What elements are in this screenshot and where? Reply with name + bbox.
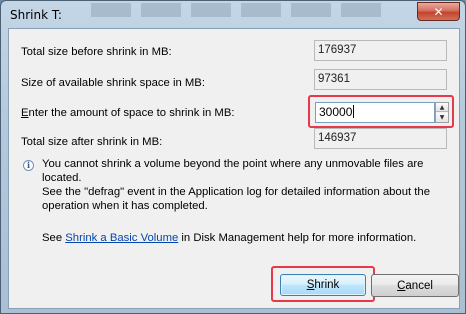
available-space-label: Size of available shrink space in MB: <box>21 77 205 89</box>
help-link-shrink-basic-volume[interactable]: Shrink a Basic Volume <box>65 232 178 244</box>
help-text: See Shrink a Basic Volume in Disk Manage… <box>42 232 416 244</box>
shrink-button-highlight: Shrink <box>271 266 375 302</box>
size-after-value: 146937 <box>314 128 447 149</box>
info-line-3: operation when it has completed. <box>42 200 208 212</box>
available-space-value: 97361 <box>314 69 447 90</box>
total-size-value: 176937 <box>314 40 447 61</box>
shrink-amount-value: 30000 <box>319 105 353 119</box>
shrink-amount-label-accel: E <box>21 107 29 119</box>
shrink-amount-input[interactable]: 30000 <box>315 102 435 123</box>
total-size-label: Total size before shrink in MB: <box>21 46 172 58</box>
background-title-ghost <box>91 3 391 17</box>
shrink-amount-label-text: nter the amount of space to shrink in MB… <box>28 107 235 119</box>
cancel-button[interactable]: Cancel <box>371 274 459 297</box>
shrink-button-label: hrink <box>314 279 340 291</box>
help-text-post: in Disk Management help for more informa… <box>178 232 417 244</box>
shrink-amount-label: Enter the amount of space to shrink in M… <box>21 107 235 119</box>
info-line-1: You cannot shrink a volume beyond the po… <box>42 158 424 184</box>
shrink-amount-stepper[interactable]: ▲ ▼ <box>435 102 449 123</box>
dialog-window: Shrink T: ✕ Total size before shrink in … <box>0 0 466 314</box>
cancel-button-accel: C <box>397 279 406 292</box>
cancel-button-label: ancel <box>405 279 433 292</box>
info-icon: i <box>23 160 34 171</box>
window-title: Shrink T: <box>10 8 62 22</box>
info-line-2: See the "defrag" event in the Applicatio… <box>42 186 430 198</box>
close-icon: ✕ <box>433 4 444 19</box>
spin-up-icon[interactable]: ▲ <box>436 103 448 112</box>
shrink-amount-highlight: 30000 ▲ ▼ <box>308 95 454 128</box>
spin-down-icon[interactable]: ▼ <box>436 113 448 122</box>
dialog-client-area: Total size before shrink in MB: 176937 S… <box>8 28 460 309</box>
shrink-button[interactable]: Shrink <box>280 274 366 296</box>
close-button[interactable]: ✕ <box>417 2 460 21</box>
size-after-label: Total size after shrink in MB: <box>21 136 163 148</box>
help-text-pre: See <box>42 232 66 244</box>
shrink-button-accel: S <box>306 279 315 291</box>
text-caret <box>353 105 355 118</box>
info-message: You cannot shrink a volume beyond the po… <box>42 157 452 213</box>
